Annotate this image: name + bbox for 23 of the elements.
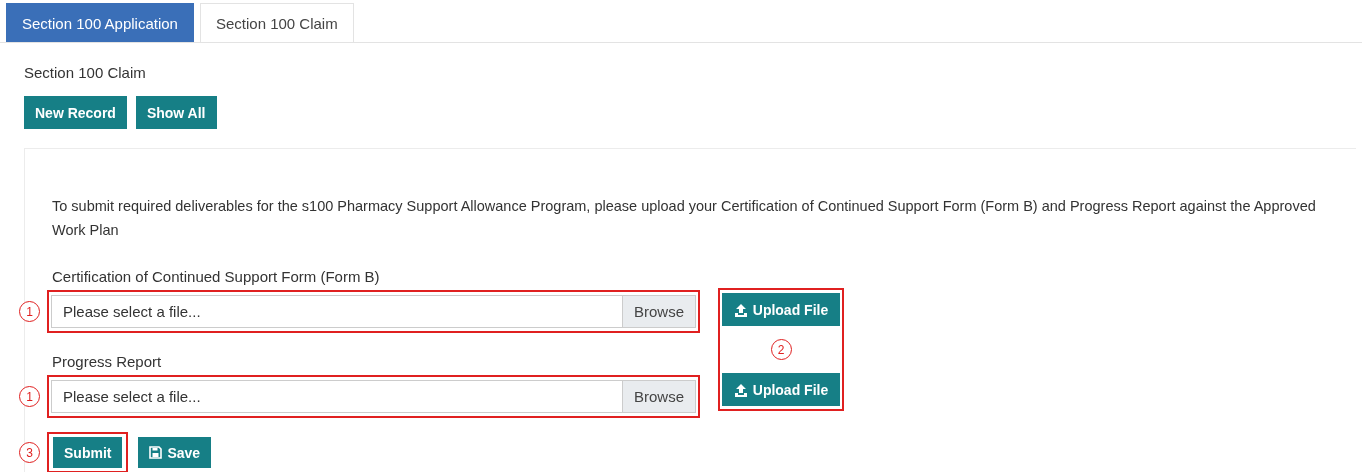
callout-number: 3: [19, 442, 40, 463]
toolbar-button[interactable]: Show All: [135, 96, 217, 129]
toolbar-button[interactable]: New Record: [24, 96, 127, 129]
browse-button[interactable]: Browse: [621, 381, 695, 412]
tab[interactable]: Section 100 Application: [6, 3, 194, 42]
browse-button[interactable]: Browse: [621, 296, 695, 327]
callout-number: 2: [770, 339, 792, 360]
upload-icon: [733, 382, 748, 397]
upload-icon: [733, 302, 748, 317]
save-icon: [149, 446, 163, 459]
upload-button[interactable]: Upload File: [722, 373, 840, 406]
save-button[interactable]: Save: [138, 437, 212, 468]
file-input[interactable]: Please select a file... Browse: [51, 380, 696, 413]
tab[interactable]: Section 100 Claim: [199, 3, 354, 42]
file-input[interactable]: Please select a file... Browse: [51, 295, 696, 328]
field-label: Certification of Continued Support Form (Form B): [52, 268, 380, 285]
instructions-text: To submit required deliverables for the s100 Pharmacy Support Allowance Program, please upload your Certification of Continued Support Form (Form B) and Progress Report against the Approved Work Plan: [52, 197, 1317, 240]
section-heading: Section 100 Claim: [24, 64, 146, 81]
upload-button[interactable]: Upload File: [722, 293, 840, 326]
callout-number: 1: [19, 301, 40, 322]
submit-button[interactable]: Submit: [53, 437, 123, 468]
field-label: Progress Report: [52, 353, 162, 370]
callout-number: 1: [19, 386, 40, 407]
